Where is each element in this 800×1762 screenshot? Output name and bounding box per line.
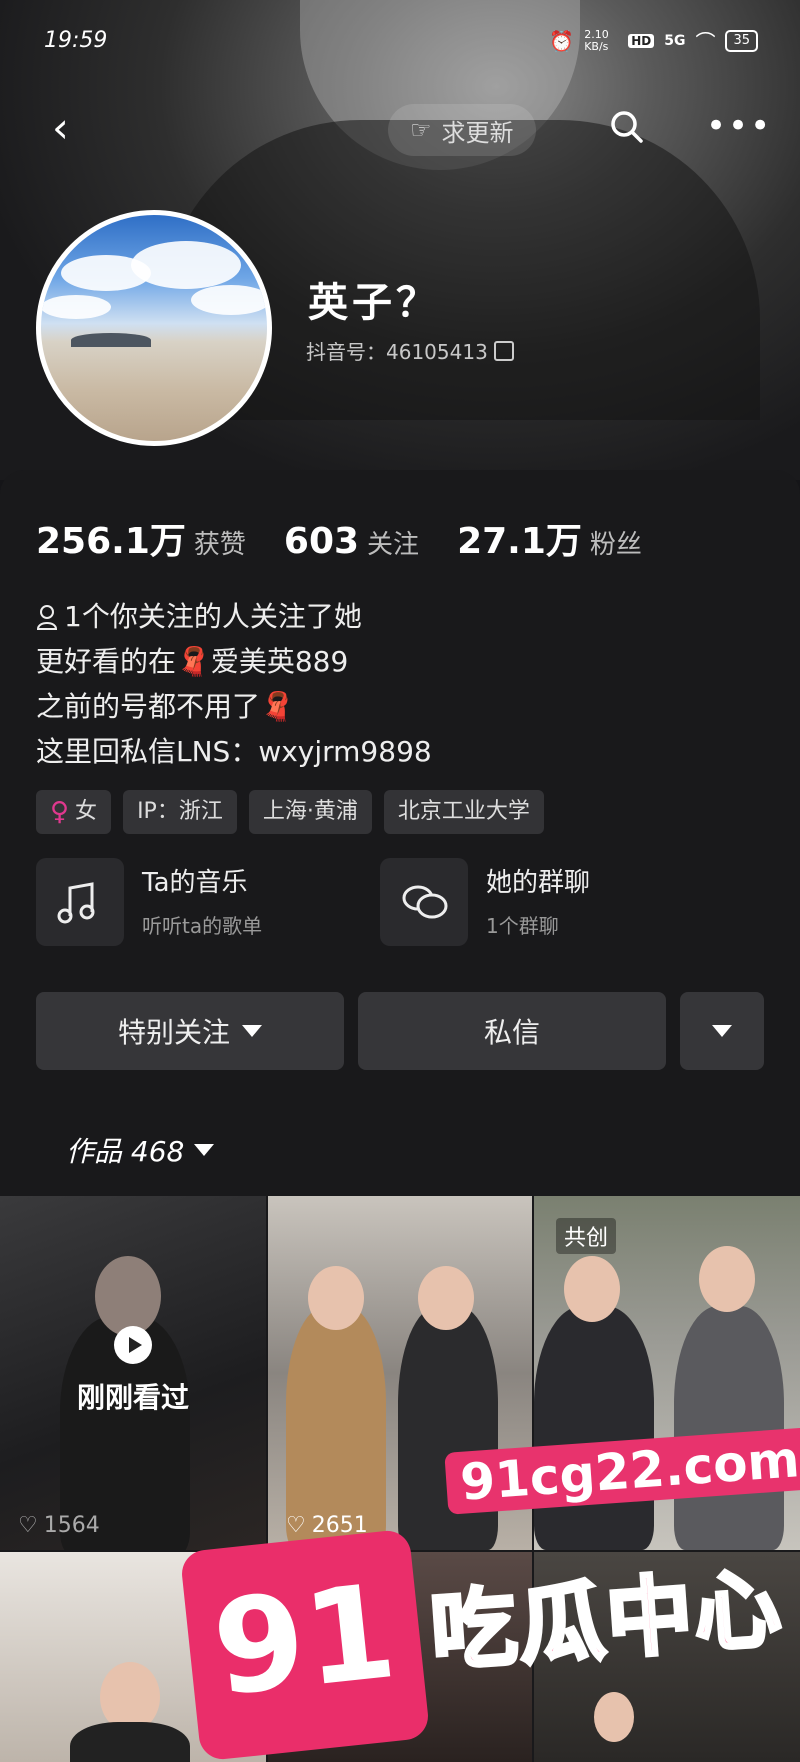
mutual-follow-row[interactable]: 1个你关注的人关注了她 [36,594,432,639]
group-chat-card[interactable]: 她的群聊 1个群聊 [380,856,720,948]
bio-line: 这里回私信LNS：wxyjrm9898 [36,735,432,768]
chevron-left-icon[interactable]: ‹ [52,107,69,149]
alarm-icon: ⏰ [549,28,575,53]
stat-label: 获赞 [193,530,246,560]
stat-following[interactable]: 603 关注 [284,521,419,562]
card-title: Ta的音乐 [142,868,248,898]
caret-down-icon [194,1144,215,1156]
group-chat-icon [380,858,468,946]
stat-label: 粉丝 [589,530,642,560]
mutual-follow-text: 1个你关注的人关注了她 [64,600,362,633]
bio: 1个你关注的人关注了她 更好看的在🧣爱美英889 之前的号都不用了🧣 这里回私信… [36,594,432,774]
battery-icon: 35 [725,29,758,52]
stat-number: 256.1万 [36,521,186,562]
bio-line: 更好看的在🧣爱美英889 [36,645,349,678]
stat-number: 27.1万 [457,521,582,562]
user-icon [36,604,58,630]
watermark-logo: 91 [179,1528,431,1762]
female-icon: ♀ [50,797,70,827]
more-icon[interactable]: ••• [706,106,772,146]
tag-text: 女 [75,799,98,824]
works-tab[interactable]: 作品 468 [66,1130,215,1170]
status-bar: 19:59 ⏰ 2.10 KB/s HD 5G ⌒ 35 [0,26,800,66]
co-creation-badge: 共创 [556,1218,617,1254]
music-note-icon [36,858,124,946]
request-update-button[interactable]: ☞ 求更新 [388,104,536,156]
like-count: ♡ 1564 [18,1513,100,1538]
request-update-label: 求更新 [441,118,514,147]
card-subtitle: 听听ta的歌单 [142,914,263,938]
hand-point-icon: ☞ [410,116,432,144]
signal-icon: 5G [664,32,686,49]
watermark: 91cg22.com 91 吃瓜中心 [179,1427,800,1762]
status-time: 19:59 [44,28,108,53]
stat-followers[interactable]: 27.1万 粉丝 [457,512,642,564]
tags-row: ♀ 女 IP：浙江 上海·黄浦 北京工业大学 [36,790,544,834]
play-icon [114,1326,152,1364]
douyin-id[interactable]: 抖音号：46105413 [306,336,514,365]
feature-cards: Ta的音乐 听听ta的歌单 她的群聊 1个群聊 [36,856,766,948]
stats-row: 256.1万 获赞 603 关注 27.1万 粉丝 [36,512,642,564]
card-subtitle: 1个群聊 [486,914,559,938]
heart-icon: ♡ [18,1513,38,1538]
recently-watched-overlay: 刚刚看过 [0,1326,266,1416]
watermark-text: 吃瓜中心 [426,1557,788,1685]
tag-gender: ♀ 女 [36,790,112,834]
copy-icon[interactable] [493,340,514,361]
more-actions-button[interactable] [680,992,764,1070]
message-button[interactable]: 私信 [358,992,666,1070]
music-card[interactable]: Ta的音乐 听听ta的歌单 [36,856,376,948]
stat-likes[interactable]: 256.1万 获赞 [36,512,246,564]
top-nav: ‹ ☞ 求更新 ••• [0,100,800,160]
button-label: 私信 [483,1016,540,1049]
tag-location: 上海·黄浦 [248,790,372,834]
button-label: 特别关注 [117,1016,230,1049]
douyin-id-text: 抖音号：46105413 [306,340,488,364]
like-number: 1564 [43,1513,100,1538]
net-speed: 2.10 KB/s [584,27,609,53]
overlay-text: 刚刚看过 [76,1381,189,1414]
stat-number: 603 [283,521,360,562]
works-label: 作品 468 [66,1135,185,1168]
tag-school[interactable]: 北京工业大学 [383,790,544,834]
avatar[interactable] [36,210,272,446]
hd-badge: HD [628,33,655,48]
caret-down-icon [242,1025,262,1037]
bio-line: 之前的号都不用了🧣 [36,690,295,723]
profile-name: 英子？ [308,280,440,326]
stat-label: 关注 [367,530,420,560]
special-follow-button[interactable]: 特别关注 [36,992,344,1070]
card-title: 她的群聊 [486,868,591,898]
wifi-icon: ⌒ [695,30,716,54]
search-icon[interactable] [610,110,644,144]
caret-down-icon [712,1025,732,1037]
tag-ip: IP：浙江 [123,790,237,834]
watermark-url: 91cg22.com [444,1427,800,1515]
